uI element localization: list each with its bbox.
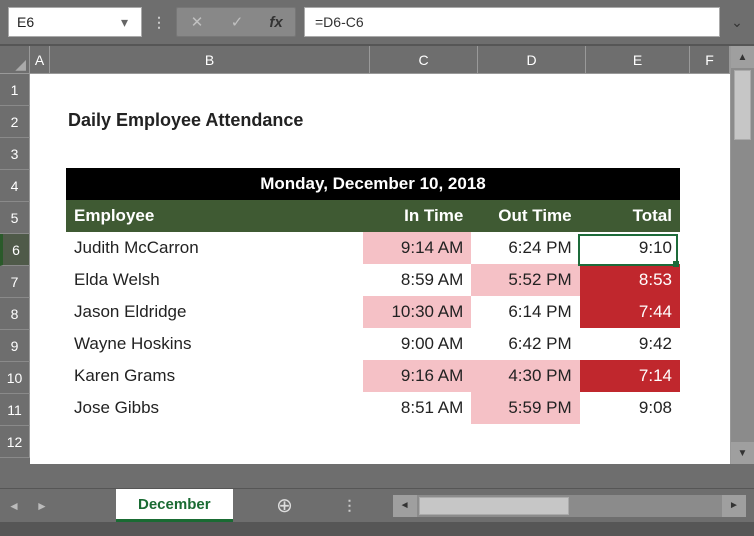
table-row: Elda Welsh8:59 AM5:52 PM8:53 [66,264,680,296]
cell[interactable]: 6:14 PM [471,296,579,328]
cell[interactable]: 8:59 AM [363,264,471,296]
column-header[interactable]: B [50,46,370,74]
formula-text: =D6-C6 [315,14,364,30]
header-out-time: Out Time [471,200,579,232]
tab-nav-prev[interactable]: ◄ [0,489,28,522]
table-row: Judith McCarron9:14 AM6:24 PM9:10 [66,232,680,264]
cell[interactable]: 9:16 AM [363,360,471,392]
attendance-table: Monday, December 10, 2018 Employee In Ti… [66,168,680,424]
column-header[interactable]: F [690,46,730,74]
status-bar [0,522,754,536]
separator: ⋮ [307,489,393,522]
tab-nav-next[interactable]: ► [28,489,56,522]
cell[interactable]: Elda Welsh [66,264,363,296]
horizontal-scroll-thumb[interactable] [419,497,569,515]
row-header[interactable]: 10 [0,362,30,394]
cell[interactable]: 9:10 [580,232,680,264]
column-header[interactable]: E [586,46,690,74]
cell[interactable]: Karen Grams [66,360,363,392]
row-header[interactable]: 4 [0,170,30,202]
cell[interactable]: Jose Gibbs [66,392,363,424]
cell[interactable]: 8:53 [580,264,680,296]
formula-bar: E6 ▾ ⋮ ✕ ✓ fx =D6-C6 ⌄ [0,0,754,46]
date-row: Monday, December 10, 2018 [66,168,680,200]
column-headers: ABCDEF [30,46,730,74]
cell[interactable]: 9:14 AM [363,232,471,264]
cell[interactable]: 6:42 PM [471,328,579,360]
select-all-corner[interactable] [0,46,30,74]
vertical-scroll-thumb[interactable] [734,70,751,140]
header-row: Employee In Time Out Time Total [66,200,680,232]
row-header[interactable]: 12 [0,426,30,458]
row-header[interactable]: 5 [0,202,30,234]
horizontal-scrollbar[interactable]: ◄ ► [393,489,754,522]
name-box-value: E6 [17,14,34,30]
add-sheet-button[interactable]: ⊕ [263,489,307,522]
row-header[interactable]: 8 [0,298,30,330]
sheet-title: Daily Employee Attendance [68,110,303,131]
expand-formula-bar-button[interactable]: ⌄ [728,14,746,31]
scroll-down-button[interactable]: ▼ [731,442,754,464]
sheet-tab-active[interactable]: December [116,489,233,522]
header-total: Total [580,200,680,232]
row-header[interactable]: 7 [0,266,30,298]
cell[interactable]: 8:51 AM [363,392,471,424]
scroll-up-button[interactable]: ▲ [731,46,754,68]
cell[interactable]: 9:00 AM [363,328,471,360]
table-row: Wayne Hoskins9:00 AM6:42 PM9:42 [66,328,680,360]
table-row: Karen Grams9:16 AM4:30 PM7:14 [66,360,680,392]
cell[interactable]: 10:30 AM [363,296,471,328]
row-header[interactable]: 11 [0,394,30,426]
sheet-canvas[interactable]: Daily Employee Attendance Monday, Decemb… [30,74,730,464]
separator: ⋮ [150,14,168,31]
name-box[interactable]: E6 ▾ [8,7,142,37]
accept-formula-button[interactable]: ✓ [217,8,257,36]
row-header[interactable]: 9 [0,330,30,362]
cell[interactable]: 6:24 PM [471,232,579,264]
formula-input[interactable]: =D6-C6 [304,7,720,37]
cell[interactable]: 4:30 PM [471,360,579,392]
scroll-right-button[interactable]: ► [722,495,746,517]
sheet-tab-bar: ◄ ► December ⊕ ⋮ ◄ ► [0,488,754,522]
scroll-left-button[interactable]: ◄ [393,495,417,517]
date-cell: Monday, December 10, 2018 [66,168,680,200]
header-employee: Employee [66,200,363,232]
row-header[interactable]: 6 [0,234,30,266]
cell[interactable]: Wayne Hoskins [66,328,363,360]
cell[interactable]: 9:42 [580,328,680,360]
column-header[interactable]: D [478,46,586,74]
cell[interactable]: Judith McCarron [66,232,363,264]
row-headers: 123456789101112 [0,74,30,458]
table-row: Jason Eldridge10:30 AM6:14 PM7:44 [66,296,680,328]
header-in-time: In Time [363,200,471,232]
formula-buttons: ✕ ✓ fx [176,7,296,37]
insert-function-button[interactable]: fx [257,8,295,36]
row-header[interactable]: 1 [0,74,30,106]
cancel-formula-button[interactable]: ✕ [177,8,217,36]
table-row: Jose Gibbs8:51 AM5:59 PM9:08 [66,392,680,424]
cell[interactable]: 5:59 PM [471,392,579,424]
spreadsheet-grid: ABCDEF 123456789101112 Daily Employee At… [0,46,754,464]
row-header[interactable]: 3 [0,138,30,170]
cell[interactable]: Jason Eldridge [66,296,363,328]
column-header[interactable]: A [30,46,50,74]
cell[interactable]: 9:08 [580,392,680,424]
cell[interactable]: 7:44 [580,296,680,328]
vertical-scrollbar[interactable]: ▲ ▼ [730,46,754,464]
cell[interactable]: 7:14 [580,360,680,392]
column-header[interactable]: C [370,46,478,74]
cell[interactable]: 5:52 PM [471,264,579,296]
row-header[interactable]: 2 [0,106,30,138]
horizontal-scroll-track[interactable] [417,495,722,517]
chevron-down-icon[interactable]: ▾ [121,14,137,30]
